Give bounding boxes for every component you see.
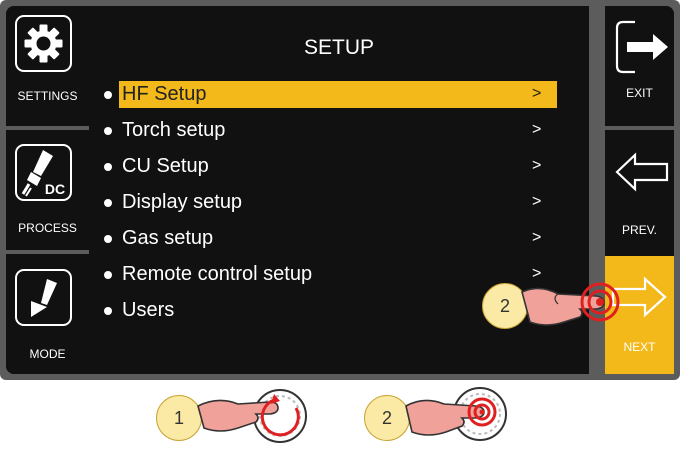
gear-icon [15, 15, 72, 72]
menu-item-label: HF Setup [122, 83, 207, 105]
menu-item-hf-setup[interactable]: HF Setup > [89, 81, 559, 108]
bullet-icon [104, 199, 112, 207]
page-title: SETUP [303, 36, 374, 59]
bullet-icon [104, 307, 112, 315]
mode-button[interactable]: MODE [6, 254, 89, 374]
bullet-icon [104, 91, 112, 99]
bullet-icon [104, 127, 112, 135]
menu-item-torch-setup[interactable]: Torch setup > [89, 118, 559, 144]
process-label: PROCESS [18, 221, 77, 235]
menu-item-label: Torch setup [122, 119, 226, 141]
chevron-right-icon: > [532, 229, 542, 246]
menu-item-label: CU Setup [122, 155, 209, 177]
finger-press-icon [518, 272, 628, 347]
mode-arrow-icon [15, 269, 72, 326]
bullet-icon [104, 271, 112, 279]
menu-item-label: Gas setup [122, 227, 214, 249]
exit-arrow-icon [613, 18, 673, 81]
left-arrow-icon [615, 152, 671, 197]
menu-item-label: Users [122, 299, 175, 321]
left-button-bar: SETTINGS DC PROCESS MODE [6, 6, 89, 374]
menu-item-remote-control-setup[interactable]: Remote control setup > [89, 262, 559, 288]
menu-item-label: Display setup [122, 191, 243, 213]
knob-press-icon [402, 380, 522, 453]
exit-label: EXIT [626, 86, 653, 100]
tig-torch-dc-icon: DC [15, 144, 72, 201]
bullet-icon [104, 235, 112, 243]
knob-rotate-icon [194, 380, 324, 453]
mode-label: MODE [29, 347, 66, 361]
chevron-right-icon: > [532, 157, 542, 174]
chevron-right-icon: > [532, 121, 542, 138]
menu-item-display-setup[interactable]: Display setup > [89, 190, 559, 216]
exit-button[interactable]: EXIT [605, 6, 674, 126]
settings-button[interactable]: SETTINGS [6, 6, 89, 126]
menu-item-cu-setup[interactable]: CU Setup > [89, 154, 559, 180]
process-button[interactable]: DC PROCESS [6, 130, 89, 250]
dc-icon-text: DC [45, 181, 65, 197]
bullet-icon [104, 163, 112, 171]
chevron-right-icon: > [532, 193, 542, 210]
prev-label: PREV. [622, 223, 657, 237]
menu-item-gas-setup[interactable]: Gas setup > [89, 226, 559, 252]
prev-button[interactable]: PREV. [605, 130, 674, 252]
menu-item-label: Remote control setup [122, 263, 313, 285]
chevron-right-icon: > [532, 85, 542, 102]
settings-label: SETTINGS [17, 89, 78, 103]
device-screen: SETTINGS DC PROCESS MODE SETUP HF Setup … [0, 0, 680, 380]
